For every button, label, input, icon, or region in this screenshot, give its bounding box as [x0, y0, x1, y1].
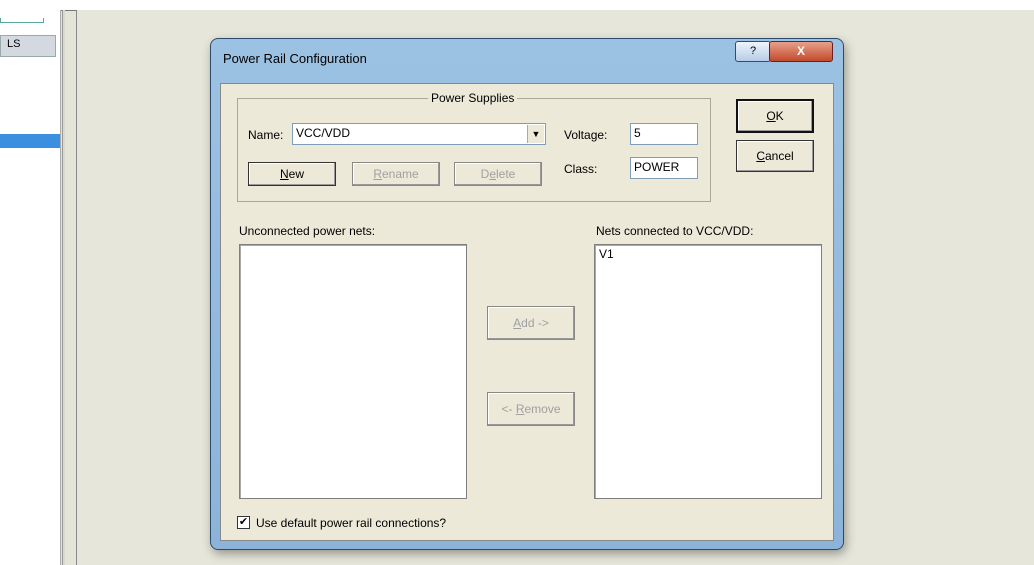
panel-indicator [0, 18, 44, 23]
selected-row[interactable] [0, 134, 60, 148]
name-combobox[interactable]: VCC/VDD ▼ [292, 123, 546, 145]
ok-button[interactable]: OK [736, 99, 814, 133]
panel-tab[interactable]: LS [0, 35, 56, 57]
dialog-client: Power Supplies Name: VCC/VDD ▼ Voltage: … [220, 83, 834, 541]
name-value: VCC/VDD [296, 126, 351, 140]
splitter[interactable] [62, 10, 65, 565]
connected-label: Nets connected to VCC/VDD: [596, 224, 754, 238]
class-input[interactable]: POWER [630, 157, 698, 179]
left-panel: LS [0, 10, 61, 565]
help-button[interactable]: ? [735, 41, 771, 62]
voltage-input[interactable]: 5 [630, 123, 698, 145]
unconnected-list[interactable] [239, 244, 467, 499]
dialog-title: Power Rail Configuration [223, 51, 367, 66]
list-item[interactable]: V1 [599, 247, 817, 261]
power-rail-dialog: Power Rail Configuration ? X Power Suppl… [210, 38, 844, 550]
cancel-button[interactable]: Cancel [736, 140, 814, 172]
chevron-down-icon[interactable]: ▼ [527, 125, 544, 143]
close-button[interactable]: X [769, 41, 833, 62]
voltage-label: Voltage: [564, 128, 608, 142]
power-supplies-group: Power Supplies Name: VCC/VDD ▼ Voltage: … [237, 91, 711, 202]
default-rail-checkbox[interactable]: ✔ [237, 516, 250, 529]
rename-button[interactable]: Rename [352, 162, 440, 186]
remove-button[interactable]: <- Remove [487, 392, 575, 426]
name-label: Name: [248, 128, 284, 142]
unconnected-label: Unconnected power nets: [239, 224, 376, 238]
add-button[interactable]: Add -> [487, 306, 575, 340]
default-rail-label[interactable]: Use default power rail connections? [256, 516, 446, 530]
group-title: Power Supplies [428, 91, 518, 105]
delete-button[interactable]: Delete [454, 162, 542, 186]
check-icon: ✔ [238, 516, 249, 528]
new-button[interactable]: New [248, 162, 336, 186]
connected-list[interactable]: V1 [594, 244, 822, 499]
class-label: Class: [564, 162, 598, 176]
